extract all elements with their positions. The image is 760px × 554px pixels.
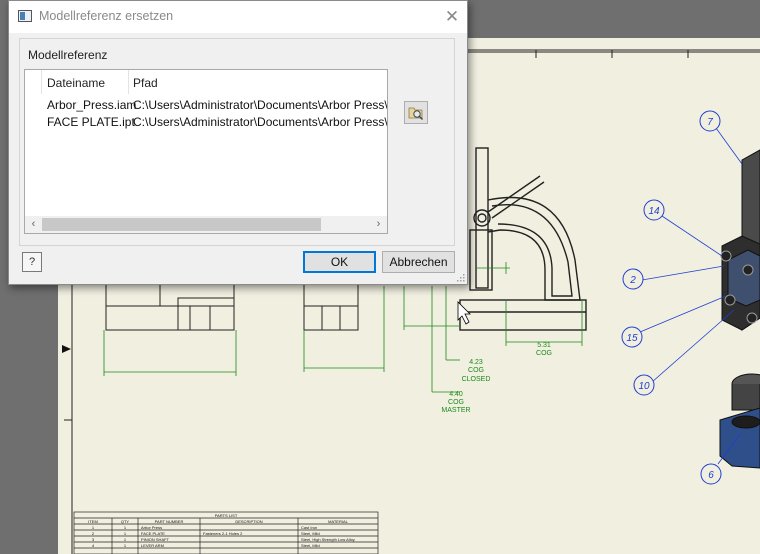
scroll-left-icon[interactable]: ‹ xyxy=(25,216,42,233)
dim-value-right: 5.31 xyxy=(537,342,551,349)
column-separator[interactable] xyxy=(128,70,129,94)
pl-row-part: Arbor Press xyxy=(141,525,162,530)
list-item-path: C:\Users\Administrator\Documents\Arbor P… xyxy=(133,115,388,129)
list-item[interactable]: FACE PLATE.ipt C:\Users\Administrator\Do… xyxy=(25,114,387,131)
balloon-2-label: 2 xyxy=(629,275,636,286)
browse-button[interactable] xyxy=(404,101,428,124)
horizontal-scrollbar[interactable]: ‹ › xyxy=(25,216,387,233)
balloon-10-label: 10 xyxy=(638,381,650,392)
list-item-path: C:\Users\Administrator\Documents\Arbor P… xyxy=(133,98,388,112)
pl-row-part: LEVER ARM xyxy=(141,543,164,548)
pl-header-item: ITEM xyxy=(88,519,98,524)
column-separator[interactable] xyxy=(41,70,42,94)
model-reference-list[interactable]: Dateiname Pfad Arbor_Press.iam C:\Users\… xyxy=(24,69,388,234)
column-header-filename[interactable]: Dateiname xyxy=(47,76,105,90)
pl-row-material: Steel, High Strength Low Alloy xyxy=(301,537,355,542)
pl-row-part: FACE PLATE xyxy=(141,531,165,536)
balloon-7-label: 7 xyxy=(707,117,713,128)
help-icon: ? xyxy=(28,256,36,268)
dim-value-closed: 4.23 xyxy=(469,359,483,366)
scroll-right-icon[interactable]: › xyxy=(370,216,387,233)
front-view-1 xyxy=(105,282,235,331)
scrollbar-thumb[interactable] xyxy=(42,218,321,231)
parts-list-title: PARTS LIST xyxy=(215,513,238,518)
dim-cog-right: COG xyxy=(536,350,552,357)
dialog-titlebar[interactable]: Modellreferenz ersetzen ✕ xyxy=(9,1,467,33)
pl-row-part: PINION SHAFT xyxy=(141,537,170,542)
zone-marker-arrow xyxy=(62,345,71,353)
dim-label-closed: CLOSED xyxy=(462,376,491,383)
cancel-button[interactable]: Abbrechen xyxy=(382,251,455,273)
replace-model-reference-dialog: Modellreferenz ersetzen ✕ Modellreferenz… xyxy=(8,0,468,285)
list-item[interactable]: Arbor_Press.iam C:\Users\Administrator\D… xyxy=(25,97,387,114)
balloon-15-label: 15 xyxy=(626,333,638,344)
folder-search-icon xyxy=(408,107,423,120)
pl-header-desc: DESCRIPTION xyxy=(235,519,262,524)
dim-label-master: MASTER xyxy=(441,407,470,414)
dialog-app-icon xyxy=(18,10,32,22)
pl-header-material: MATERIAL xyxy=(328,519,348,524)
column-header-path[interactable]: Pfad xyxy=(133,76,158,90)
dialog-title: Modellreferenz ersetzen xyxy=(39,9,174,23)
balloon-6-label: 6 xyxy=(708,470,714,481)
dim-value-master: 4.40 xyxy=(449,391,463,398)
group-label: Modellreferenz xyxy=(28,48,108,62)
help-button[interactable]: ? xyxy=(22,252,42,272)
list-item-filename: FACE PLATE.ipt xyxy=(47,115,135,129)
close-icon[interactable]: ✕ xyxy=(441,6,463,28)
pl-header-part: PART NUMBER xyxy=(155,519,184,524)
front-view-2 xyxy=(303,282,359,331)
resize-grip-icon[interactable] xyxy=(455,272,465,282)
pl-row-material: Steel, Mild xyxy=(301,531,320,536)
pl-header-qty: QTY xyxy=(121,519,130,524)
isometric-view xyxy=(719,149,760,469)
pl-row-material: Steel, Mild xyxy=(301,543,320,548)
ok-button[interactable]: OK xyxy=(303,251,376,273)
arbor-press-side-view xyxy=(459,147,587,331)
list-header: Dateiname Pfad xyxy=(25,70,387,94)
pl-row-material: Cast Iron xyxy=(301,525,317,530)
dim-cog-master: COG xyxy=(448,399,464,406)
list-item-filename: Arbor_Press.iam xyxy=(47,98,137,112)
balloon-14-label: 14 xyxy=(648,206,660,217)
pl-row-desc: Fasteners 2-1 Holes 2 xyxy=(203,531,243,536)
dim-cog-closed: COG xyxy=(468,367,484,374)
